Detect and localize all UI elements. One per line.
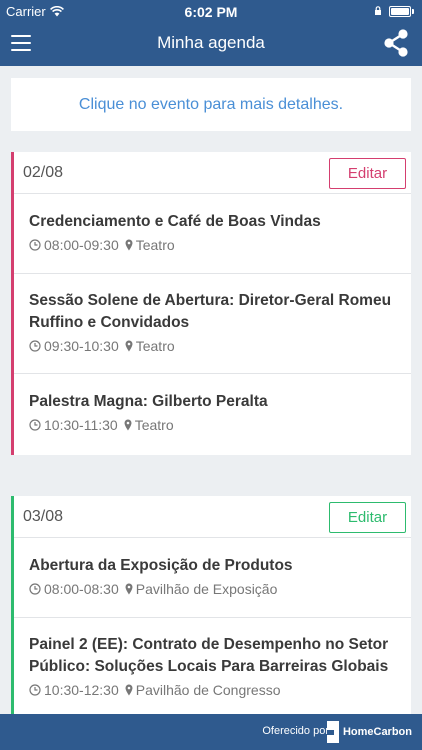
event-time-label: 09:30-10:30	[44, 338, 119, 354]
event-meta: 08:00-08:30 Pavilhão de Exposição	[29, 581, 401, 597]
footer-bar: Oferecido por HomeCarbon	[0, 714, 422, 750]
location-pin-icon	[125, 239, 133, 251]
event-location-label: Teatro	[135, 338, 175, 354]
battery-icon	[389, 5, 411, 17]
day-card-02-08: 02/08 Editar Credenciamento e Café de Bo…	[11, 152, 411, 455]
event-time-label: 08:00-08:30	[44, 581, 119, 597]
hint-text: Clique no evento para mais detalhes.	[78, 95, 344, 113]
event-title: Sessão Solene de Abertura: Diretor-Geral…	[29, 292, 392, 331]
clock-icon	[29, 583, 41, 595]
event-location: Pavilhão de Exposição	[125, 581, 278, 597]
event-location: Pavilhão de Congresso	[125, 682, 281, 698]
event-time: 08:00-08:30	[29, 581, 119, 597]
footer-label: Oferecido por	[262, 725, 329, 737]
location-pin-icon	[125, 684, 133, 696]
page-title: Minha agenda	[157, 33, 265, 52]
event-time-label: 10:30-11:30	[44, 417, 118, 433]
event-title: Abertura da Exposição de Produtos	[29, 557, 293, 574]
day-header: 03/08 Editar	[14, 496, 411, 538]
battery-tip	[412, 8, 414, 14]
event-location-label: Teatro	[135, 237, 175, 253]
event-item[interactable]: Credenciamento e Café de Boas Vindas 08:…	[14, 194, 411, 274]
event-title: Palestra Magna: Gilberto Peralta	[29, 393, 268, 410]
event-location-label: Teatro	[134, 417, 174, 433]
event-meta: 08:00-09:30 Teatro	[29, 237, 401, 253]
clock-icon	[29, 239, 41, 251]
day-date: 03/08	[23, 508, 64, 525]
location-pin-icon	[125, 340, 133, 352]
event-item[interactable]: Sessão Solene de Abertura: Diretor-Geral…	[14, 274, 411, 374]
event-item[interactable]: Abertura da Exposição de Produtos 08:00-…	[14, 538, 411, 618]
event-location: Teatro	[125, 338, 175, 354]
homecarbon-logo[interactable]: HomeCarbon	[325, 719, 412, 745]
event-time-label: 10:30-12:30	[44, 682, 119, 698]
day-date: 02/08	[23, 164, 64, 181]
footer-brand: HomeCarbon	[342, 726, 412, 738]
event-time-label: 08:00-09:30	[44, 237, 119, 253]
status-time: 6:02 PM	[184, 4, 238, 20]
location-pin-icon	[125, 583, 133, 595]
battery-indicator	[372, 5, 414, 17]
event-title: Credenciamento e Café de Boas Vindas	[29, 213, 321, 230]
clock-icon	[29, 684, 41, 696]
hint-card: Clique no evento para mais detalhes.	[11, 78, 411, 131]
event-meta: 10:30-12:30 Pavilhão de Congresso	[29, 682, 401, 698]
clock-icon	[29, 340, 41, 352]
clock-icon	[29, 419, 41, 431]
homecarbon-logo-icon	[326, 721, 339, 743]
event-location-label: Pavilhão de Exposição	[135, 581, 278, 597]
event-time: 09:30-10:30	[29, 338, 119, 354]
day-header: 02/08 Editar	[14, 152, 411, 194]
event-location: Teatro	[124, 417, 174, 433]
event-time: 08:00-09:30	[29, 237, 119, 253]
event-time: 10:30-12:30	[29, 682, 119, 698]
event-meta: 10:30-11:30 Teatro	[29, 417, 401, 433]
event-meta: 09:30-10:30 Teatro	[29, 338, 401, 354]
status-bar: Carrier 6:02 PM	[0, 0, 422, 22]
orientation-lock-icon	[375, 6, 381, 15]
navigation-bar: Minha agenda	[0, 22, 422, 66]
battery-fill	[391, 7, 409, 15]
event-item[interactable]: Painel 2 (EE): Contrato de Desempenho no…	[14, 618, 411, 714]
location-pin-icon	[124, 419, 132, 431]
edit-button[interactable]: Editar	[329, 502, 406, 533]
agenda-content[interactable]: Clique no evento para mais detalhes. 02/…	[0, 66, 422, 714]
event-time: 10:30-11:30	[29, 417, 118, 433]
top-bar: Carrier 6:02 PM Minha agenda	[0, 0, 422, 66]
event-location: Teatro	[125, 237, 175, 253]
share-icon[interactable]	[382, 28, 410, 58]
event-item[interactable]: Palestra Magna: Gilberto Peralta 10:30-1…	[14, 374, 411, 454]
event-location-label: Pavilhão de Congresso	[135, 682, 281, 698]
edit-button[interactable]: Editar	[329, 158, 406, 189]
event-title: Painel 2 (EE): Contrato de Desempenho no…	[29, 636, 389, 675]
day-card-03-08: 03/08 Editar Abertura da Exposição de Pr…	[11, 496, 411, 714]
